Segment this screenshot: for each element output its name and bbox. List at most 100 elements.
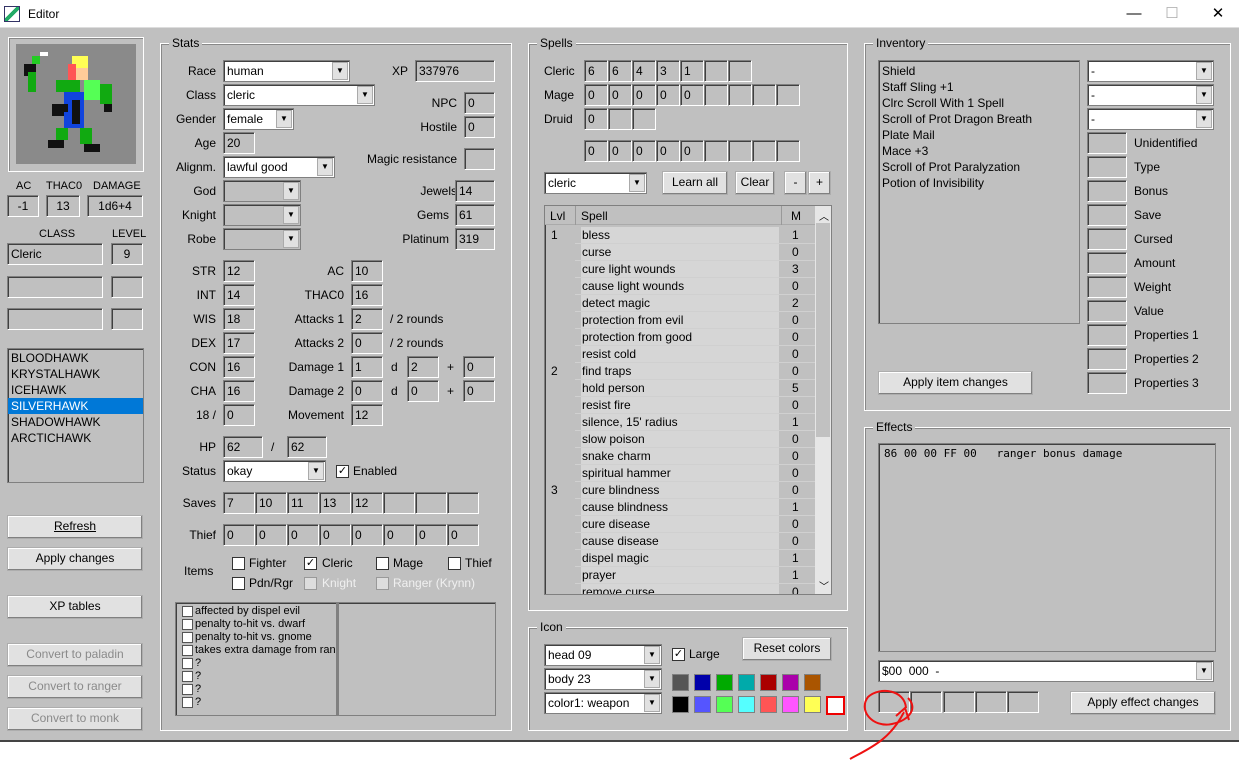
extra-slot-field[interactable]: 0 [584,140,608,162]
color-select[interactable]: color1: weapon ▼ [544,692,662,714]
mage-slot-field[interactable]: 0 [632,84,656,106]
reset-colors-button[interactable]: Reset colors [742,637,832,661]
property-field[interactable] [1087,372,1127,394]
color-swatch[interactable] [782,696,799,713]
platinum-field[interactable]: 319 [455,228,495,250]
cleric-slot-field[interactable]: 1 [680,60,704,82]
spell-row[interactable]: protection from evil 0 [545,312,815,329]
flag-checkbox[interactable] [182,645,193,656]
flag-checkbox[interactable] [182,619,193,630]
color-swatch[interactable] [672,696,689,713]
extra-slot-field[interactable]: 0 [632,140,656,162]
spell-row[interactable]: silence, 15' radius 1 [545,414,815,431]
color-swatch[interactable] [826,696,845,715]
spell-row[interactable]: protection from good 0 [545,329,815,346]
item-ranger-krynn-checkbox[interactable] [376,577,389,590]
apply-changes-button[interactable]: Apply changes [7,547,143,571]
knight-select[interactable]: ▼ [223,204,301,226]
convert-monk-button[interactable]: Convert to monk [7,707,143,731]
body-select[interactable]: body 23 ▼ [544,668,662,690]
damage1-num-field[interactable]: 1 [351,356,383,378]
flag-item[interactable]: affected by dispel evil [181,605,336,618]
spell-row[interactable]: detect magic 2 [545,295,815,312]
color-swatch[interactable] [694,696,711,713]
spell-row[interactable]: cause disease 0 [545,533,815,550]
damage2-die-field[interactable]: 0 [407,380,439,402]
inventory-item[interactable]: Staff Sling +1 [879,79,1079,95]
cleric-slot-field[interactable]: 6 [584,60,608,82]
mage-slot-field[interactable] [776,84,800,106]
item-select-3[interactable]: - ▼ [1087,108,1214,130]
thief-skill-field[interactable]: 0 [383,524,415,546]
attacks2-field[interactable]: 0 [351,332,383,354]
party-member-selected[interactable]: SILVERHAWK [8,398,143,414]
damage2-num-field[interactable]: 0 [351,380,383,402]
extra-slot-field[interactable]: 0 [608,140,632,162]
item-cleric-checkbox[interactable]: ✓ [304,557,317,570]
int-field[interactable]: 14 [223,284,255,306]
thac0-field[interactable]: 16 [351,284,383,306]
effect-entry[interactable]: 86 00 00 FF 00 ranger bonus damage [879,444,1215,460]
color-swatch[interactable] [716,674,733,691]
magic-resistance-field[interactable] [464,148,495,170]
inventory-item[interactable]: Mace +3 [879,143,1079,159]
hp-field[interactable]: 62 [223,436,263,458]
spell-row[interactable]: cause blindness 1 [545,499,815,516]
mage-slot-field[interactable]: 0 [608,84,632,106]
thief-skill-field[interactable]: 0 [447,524,479,546]
scroll-up-icon[interactable]: ︿ [819,208,829,223]
item-select-1[interactable]: - ▼ [1087,60,1214,82]
spell-row[interactable]: slow poison 0 [545,431,815,448]
color-swatch[interactable] [738,696,755,713]
flag-checkbox[interactable] [182,697,193,708]
party-member[interactable]: ARCTICHAWK [8,430,143,446]
robe-select[interactable]: ▼ [223,228,301,250]
extra-slot-field[interactable]: 0 [656,140,680,162]
flag-checkbox[interactable] [182,684,193,695]
xp-tables-button[interactable]: XP tables [7,595,143,619]
item-knight-checkbox[interactable] [304,577,317,590]
property-field[interactable] [1087,324,1127,346]
column-m[interactable]: M [791,209,801,223]
save-field[interactable] [383,492,415,514]
party-list[interactable]: BLOODHAWK KRYSTALHAWK ICEHAWK SILVERHAWK… [7,348,144,483]
save-field[interactable] [415,492,447,514]
flag-checkbox[interactable] [182,632,193,643]
spell-class-select[interactable]: cleric ▼ [544,172,647,194]
clear-button[interactable]: Clear [735,171,775,195]
cleric-slot-field[interactable]: 3 [656,60,680,82]
druid-slot-field[interactable]: 0 [584,108,608,130]
thief-skill-field[interactable]: 0 [351,524,383,546]
damage2-bonus-field[interactable]: 0 [463,380,495,402]
close-button[interactable]: ✕ [1204,4,1232,24]
item-select-2[interactable]: - ▼ [1087,84,1214,106]
inventory-item[interactable]: Plate Mail [879,127,1079,143]
mage-slot-field[interactable]: 0 [656,84,680,106]
status-select[interactable]: okay ▼ [223,460,326,482]
flag-item[interactable]: ? [181,657,336,670]
color-swatch[interactable] [804,674,821,691]
minus-button[interactable]: - [784,171,807,195]
druid-slot-field[interactable] [632,108,656,130]
druid-slot-field[interactable] [608,108,632,130]
spell-list-scrollbar[interactable]: ︿ ﹀ [815,206,831,594]
extra-slot-field[interactable] [752,140,776,162]
apply-item-changes-button[interactable]: Apply item changes [878,371,1033,395]
convert-paladin-button[interactable]: Convert to paladin [7,643,143,667]
color-swatch[interactable] [782,674,799,691]
color-swatch[interactable] [760,674,777,691]
cleric-slot-field[interactable] [728,60,752,82]
item-fighter-checkbox[interactable] [232,557,245,570]
enabled-checkbox[interactable]: ✓ [336,465,349,478]
thief-skill-field[interactable]: 0 [223,524,255,546]
spell-row[interactable]: prayer 1 [545,567,815,584]
mage-slot-field[interactable]: 0 [584,84,608,106]
color-swatch[interactable] [760,696,777,713]
party-member[interactable]: ICEHAWK [8,382,143,398]
cleric-slot-field[interactable]: 4 [632,60,656,82]
item-mage-checkbox[interactable] [376,557,389,570]
extra-slot-field[interactable] [728,140,752,162]
scroll-thumb[interactable] [816,223,830,437]
attacks1-field[interactable]: 2 [351,308,383,330]
party-member[interactable]: SHADOWHAWK [8,414,143,430]
